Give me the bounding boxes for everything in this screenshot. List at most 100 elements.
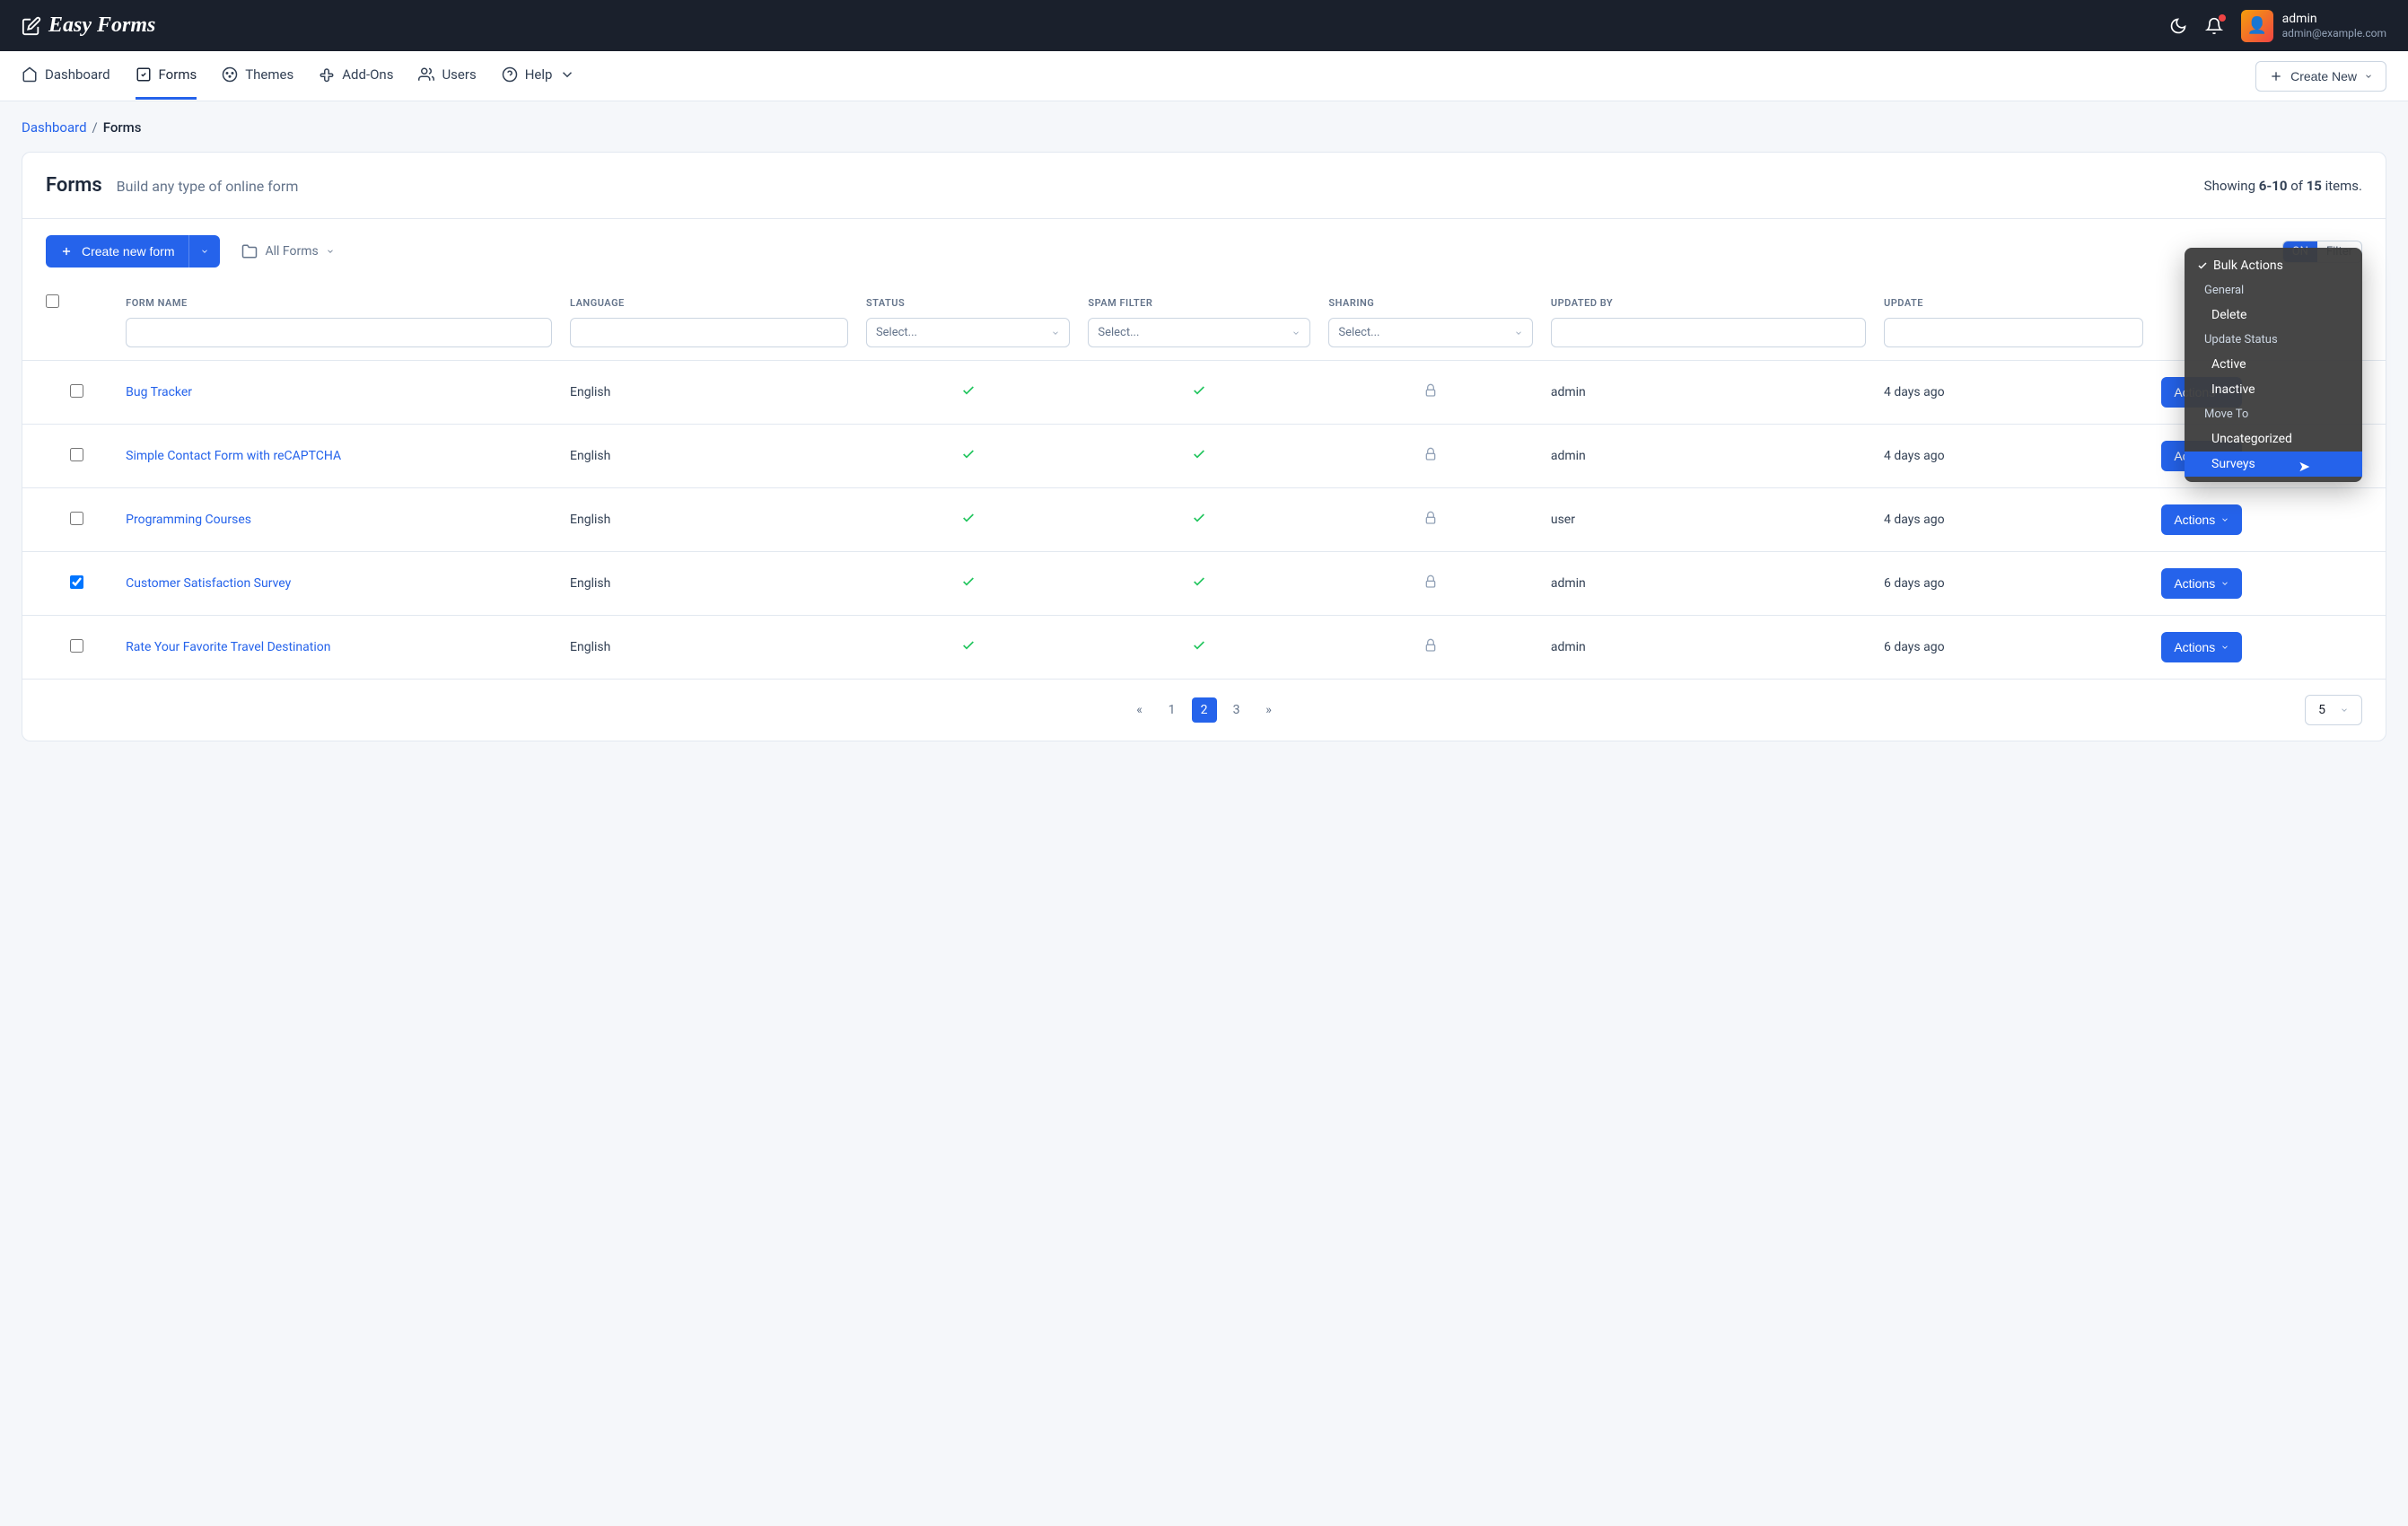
forms-panel: Forms Build any type of online form Show… (22, 152, 2386, 741)
forms-table: FORM NAME LANGUAGE STATUS SPAM FILTER SH… (22, 284, 2386, 679)
page-next[interactable]: » (1257, 697, 1282, 723)
row-language: English (561, 616, 857, 680)
dark-mode-toggle[interactable] (2169, 17, 2187, 35)
page-prev[interactable]: « (1127, 697, 1152, 723)
page-2[interactable]: 2 (1192, 697, 1217, 723)
check-icon (961, 383, 976, 398)
create-new-button[interactable]: Create New (2255, 61, 2386, 92)
breadcrumb-dashboard[interactable]: Dashboard (22, 119, 87, 136)
bulk-header[interactable]: Bulk Actions (2185, 253, 2362, 278)
row-actions-button[interactable]: Actions (2161, 568, 2242, 599)
col-updated[interactable]: UPDATE (1875, 284, 2152, 318)
breadcrumb-sep: / (92, 119, 98, 136)
row-sharing (1319, 616, 1541, 680)
filter-row: Select... Select... Select... (22, 318, 2386, 361)
app-name: Easy Forms (48, 13, 155, 38)
app-logo[interactable]: Easy Forms (22, 13, 155, 38)
row-updated-by: admin (1542, 361, 1875, 425)
form-name-link[interactable]: Programming Courses (126, 513, 251, 527)
table-footer: « 1 2 3 » 5 (22, 679, 2386, 741)
nav-help[interactable]: Help (502, 52, 576, 100)
filter-sharing[interactable]: Select... (1328, 318, 1532, 347)
page-3[interactable]: 3 (1224, 697, 1249, 723)
create-form-button[interactable]: Create new form (46, 235, 188, 267)
check-icon (1192, 383, 1206, 398)
row-spam (1079, 425, 1319, 488)
users-icon (418, 66, 434, 83)
row-language: English (561, 425, 857, 488)
bulk-actions-dropdown[interactable]: Bulk Actions General Delete Update Statu… (2185, 248, 2362, 482)
row-sharing (1319, 361, 1541, 425)
bulk-inactive[interactable]: Inactive (2185, 377, 2362, 402)
row-checkbox[interactable] (70, 639, 83, 653)
page-size-select[interactable]: 5 (2305, 695, 2362, 725)
row-spam (1079, 488, 1319, 552)
chevron-down-icon (2220, 515, 2229, 524)
page-subtitle: Build any type of online form (117, 178, 299, 195)
row-spam (1079, 552, 1319, 616)
bulk-surveys[interactable]: Surveys (2185, 452, 2362, 477)
col-updated-by[interactable]: UPDATED BY (1542, 284, 1875, 318)
palette-icon (222, 66, 238, 83)
nav-dashboard[interactable]: Dashboard (22, 52, 110, 100)
breadcrumb-current: Forms (103, 119, 142, 136)
row-updated-by: user (1542, 488, 1875, 552)
filter-updated-by[interactable] (1551, 318, 1866, 347)
bulk-group-update: Update Status (2185, 328, 2362, 352)
nav-forms[interactable]: Forms (136, 52, 197, 100)
select-all-checkbox[interactable] (46, 294, 59, 308)
lock-icon (1423, 638, 1438, 653)
check-icon (1192, 447, 1206, 461)
filter-spam[interactable]: Select... (1088, 318, 1310, 347)
row-actions-button[interactable]: Actions (2161, 632, 2242, 662)
nav-addons[interactable]: Add-Ons (319, 52, 393, 100)
user-menu[interactable]: 👤 admin admin@example.com (2241, 10, 2386, 42)
col-language[interactable]: LANGUAGE (561, 284, 857, 318)
row-status (857, 616, 1079, 680)
row-actions-button[interactable]: Actions (2161, 504, 2242, 535)
chevron-down-icon (2364, 72, 2373, 81)
col-status[interactable]: STATUS (857, 284, 1079, 318)
row-updated: 4 days ago (1875, 425, 2152, 488)
form-name-link[interactable]: Simple Contact Form with reCAPTCHA (126, 449, 341, 463)
nav-users[interactable]: Users (418, 52, 476, 100)
row-language: English (561, 361, 857, 425)
chevron-down-icon (1514, 329, 1523, 338)
filter-form-name[interactable] (126, 318, 552, 347)
row-checkbox[interactable] (70, 575, 83, 589)
bulk-active[interactable]: Active (2185, 352, 2362, 377)
chevron-down-icon (1051, 329, 1060, 338)
row-checkbox[interactable] (70, 512, 83, 525)
chevron-down-icon (2340, 706, 2349, 715)
form-name-link[interactable]: Customer Satisfaction Survey (126, 576, 291, 591)
nav-themes[interactable]: Themes (222, 52, 293, 100)
filter-language[interactable] (570, 318, 848, 347)
filter-status[interactable]: Select... (866, 318, 1070, 347)
col-spam[interactable]: SPAM FILTER (1079, 284, 1319, 318)
bulk-uncategorized[interactable]: Uncategorized (2185, 426, 2362, 452)
filter-updated[interactable] (1884, 318, 2143, 347)
user-email: admin@example.com (2282, 27, 2386, 41)
folder-filter[interactable]: All Forms (241, 243, 334, 259)
bulk-delete[interactable]: Delete (2185, 303, 2362, 328)
page-1[interactable]: 1 (1160, 697, 1185, 723)
row-sharing (1319, 488, 1541, 552)
nav-items: Dashboard Forms Themes Add-Ons Users Hel… (22, 52, 575, 100)
row-updated: 4 days ago (1875, 361, 2152, 425)
plus-icon (2269, 69, 2283, 83)
bulk-group-move: Move To (2185, 402, 2362, 426)
check-icon (1192, 511, 1206, 525)
header-right: 👤 admin admin@example.com (2169, 10, 2386, 42)
table-header-row: FORM NAME LANGUAGE STATUS SPAM FILTER SH… (22, 284, 2386, 318)
col-form-name[interactable]: FORM NAME (117, 284, 561, 318)
form-name-link[interactable]: Bug Tracker (126, 385, 192, 399)
toolbar-left: Create new form All Forms (46, 235, 335, 267)
create-form-dropdown[interactable] (188, 235, 220, 267)
row-checkbox[interactable] (70, 384, 83, 398)
col-sharing[interactable]: SHARING (1319, 284, 1541, 318)
table-row: Bug TrackerEnglishadmin4 days agoActions (22, 361, 2386, 425)
notifications-button[interactable] (2205, 17, 2223, 35)
form-icon (136, 66, 152, 83)
form-name-link[interactable]: Rate Your Favorite Travel Destination (126, 640, 330, 654)
row-checkbox[interactable] (70, 448, 83, 461)
